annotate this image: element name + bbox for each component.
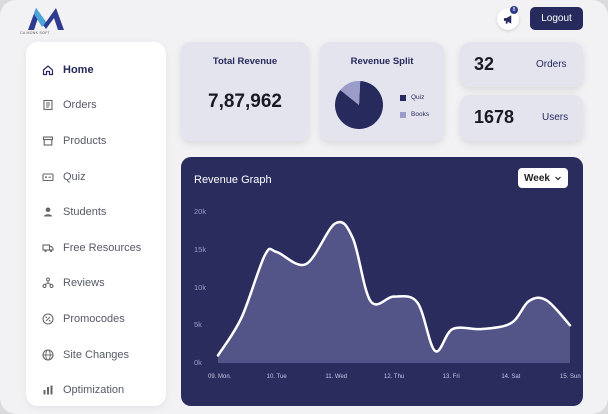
sidebar-item-label: Quiz bbox=[63, 170, 86, 183]
revenue-split-pie bbox=[335, 81, 383, 129]
total-revenue-card: Total Revenue 7,87,962 bbox=[181, 42, 309, 141]
home-icon bbox=[42, 64, 54, 76]
revenue-split-title: Revenue Split bbox=[350, 56, 414, 67]
students-icon bbox=[42, 206, 54, 218]
users-card: 1678 Users bbox=[460, 95, 583, 141]
y-axis-tick-label: 5k bbox=[194, 320, 202, 330]
sidebar-item-students[interactable]: Students bbox=[26, 194, 166, 230]
sidebar-item-site-changes[interactable]: Site Changes bbox=[26, 337, 166, 373]
reviews-icon bbox=[42, 277, 54, 289]
quiz-icon bbox=[42, 171, 54, 183]
revenue-split-card: Revenue Split Quiz Books bbox=[320, 42, 444, 141]
globe-icon bbox=[42, 348, 54, 361]
revenue-area-fill bbox=[218, 222, 570, 363]
orders-label: Orders bbox=[536, 59, 567, 70]
orders-icon bbox=[42, 99, 54, 111]
y-axis-tick-label: 10k bbox=[194, 282, 207, 292]
sidebar-item-label: Site Changes bbox=[63, 348, 130, 361]
sidebar-item-promocodes[interactable]: Promocodes bbox=[26, 301, 166, 337]
sidebar-item-products[interactable]: Products bbox=[26, 123, 166, 159]
revenue-graph-card: Revenue Graph Week 0k 5k 10k 15k 20k 09. Mon.… bbox=[181, 157, 583, 406]
legend-swatch bbox=[400, 94, 406, 101]
y-axis-tick-label: 0k bbox=[194, 358, 202, 367]
sidebar-item-free-resources[interactable]: Free Resources bbox=[26, 230, 166, 266]
sidebar-item-label: Promocodes bbox=[63, 312, 125, 325]
sidebar-item-label: Orders bbox=[63, 99, 97, 112]
sidebar-item-orders[interactable]: Orders bbox=[26, 88, 166, 124]
notification-button[interactable]: 8 bbox=[497, 6, 519, 30]
x-axis-tick-label: 12. Thu bbox=[384, 374, 405, 380]
sidebar-item-quiz[interactable]: Quiz bbox=[26, 159, 166, 195]
orders-count: 32 bbox=[474, 54, 495, 74]
revenue-split-legend: Quiz Books bbox=[400, 89, 429, 123]
x-axis-tick-label: 09. Mon. bbox=[208, 374, 232, 380]
logout-button[interactable]: Logout bbox=[530, 7, 583, 30]
legend-item-quiz: Quiz bbox=[400, 89, 429, 106]
sidebar: Home Orders Products Quiz Students Free Resou… bbox=[26, 42, 166, 406]
sidebar-item-label: Students bbox=[63, 206, 107, 219]
sidebar-item-optimization[interactable]: Optimization bbox=[26, 372, 166, 408]
sidebar-item-label: Optimization bbox=[63, 384, 125, 397]
total-revenue-value: 7,87,962 bbox=[208, 91, 282, 112]
truck-icon bbox=[42, 242, 54, 254]
products-icon bbox=[42, 135, 54, 147]
users-label: Users bbox=[542, 112, 569, 123]
x-axis-tick-label: 14. Sat bbox=[501, 374, 521, 380]
legend-swatch bbox=[400, 111, 406, 118]
notification-badge: 8 bbox=[510, 6, 518, 14]
x-axis-tick-label: 15. Sun bbox=[560, 374, 581, 380]
megaphone-icon bbox=[503, 14, 511, 24]
legend-item-books: Books bbox=[400, 106, 429, 123]
app-window: CA MONK SOFT 8 Logout Home Orders Products… bbox=[0, 0, 608, 414]
sidebar-item-label: Home bbox=[63, 63, 94, 76]
sidebar-item-home[interactable]: Home bbox=[26, 52, 166, 88]
brand-logo-text: CA MONK SOFT bbox=[20, 31, 51, 35]
orders-card: 32 Orders bbox=[460, 42, 583, 87]
bar-chart-icon bbox=[42, 384, 54, 396]
y-axis-tick-label: 20k bbox=[194, 207, 207, 216]
users-count: 1678 bbox=[474, 107, 515, 127]
y-axis-tick-label: 15k bbox=[194, 244, 207, 254]
total-revenue-title: Total Revenue bbox=[212, 56, 278, 67]
sidebar-item-label: Products bbox=[63, 134, 107, 147]
sidebar-item-reviews[interactable]: Reviews bbox=[26, 266, 166, 302]
x-axis-tick-label: 13. Fri bbox=[442, 374, 460, 380]
x-axis-tick-label: 10. Tue bbox=[266, 374, 287, 380]
legend-label: Books bbox=[411, 111, 430, 118]
x-axis-tick-label: 11. Wed bbox=[325, 374, 348, 380]
sidebar-item-label: Free Resources bbox=[63, 241, 142, 254]
sidebar-item-label: Reviews bbox=[63, 277, 105, 290]
legend-label: Quiz bbox=[411, 94, 425, 101]
percent-icon bbox=[42, 313, 54, 325]
revenue-chart bbox=[216, 220, 572, 363]
